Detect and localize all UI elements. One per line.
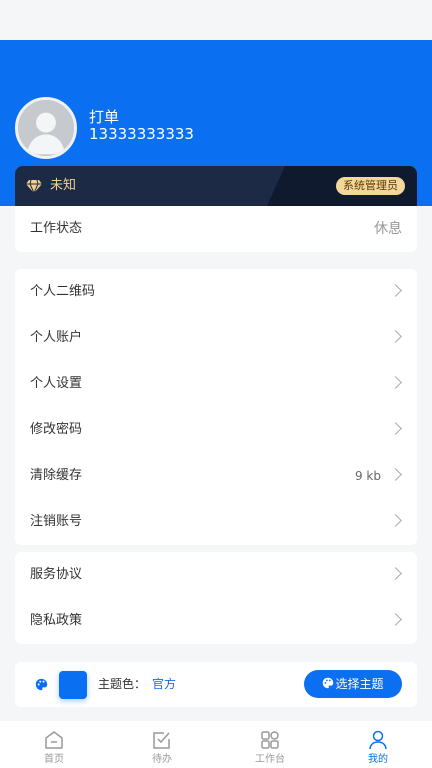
select-theme-button[interactable]: 选择主题 [304, 670, 402, 698]
vip-level: 未知 [50, 178, 77, 193]
palette-icon [35, 678, 48, 691]
chevron-right-icon [389, 422, 402, 435]
menu-item-privacy-policy[interactable]: 隐私政策 [15, 598, 417, 644]
bottom-tab-bar: 首页 待办 工作台 我的 [0, 721, 432, 768]
menu-item-account[interactable]: 个人账户 [15, 315, 417, 361]
menu-item-label: 清除缓存 [30, 468, 83, 483]
menu-item-label: 服务协议 [30, 567, 83, 582]
tab-label: 待办 [152, 754, 172, 765]
menu-item-change-password[interactable]: 修改密码 [15, 407, 417, 453]
avatar[interactable] [15, 97, 77, 159]
palette-icon [323, 677, 334, 689]
menu-item-qr-code[interactable]: 个人二维码 [15, 269, 417, 315]
theme-card: 主题色： 官方 选择主题 [15, 662, 417, 707]
chevron-right-icon [389, 613, 402, 626]
menu-item-label: 隐私政策 [30, 613, 83, 628]
role-badge: 系统管理员 [336, 177, 405, 195]
chevron-right-icon [389, 468, 402, 481]
cache-size: 9 kb [354, 469, 381, 483]
theme-label: 主题色： [98, 677, 147, 691]
chevron-right-icon [389, 514, 402, 527]
chevron-right-icon [389, 376, 402, 389]
work-status-card: 工作状态 休息 [15, 206, 417, 252]
theme-value: 官方 [152, 677, 177, 691]
menu-item-label: 个人账户 [30, 330, 83, 345]
chevron-right-icon [389, 567, 402, 580]
menu-item-settings[interactable]: 个人设置 [15, 361, 417, 407]
settings-menu-card: 个人二维码 个人账户 个人设置 修改密码 清除缓存 9 kb 注销账号 [15, 269, 417, 545]
tab-label: 我的 [368, 754, 388, 765]
work-status-row[interactable]: 工作状态 休息 [15, 206, 417, 252]
tab-todo[interactable]: 待办 [108, 721, 216, 768]
menu-item-label: 注销账号 [30, 514, 83, 529]
menu-item-label: 个人设置 [30, 376, 83, 391]
menu-item-label: 修改密码 [30, 422, 83, 437]
legal-card: 服务协议 隐私政策 [15, 552, 417, 644]
tab-mine[interactable]: 我的 [324, 721, 432, 768]
menu-item-label: 个人二维码 [30, 284, 96, 299]
todo-icon [153, 732, 170, 749]
tab-label: 首页 [44, 754, 64, 765]
work-status-value: 休息 [374, 221, 402, 237]
user-name: 打单 [89, 108, 120, 126]
user-icon [369, 730, 387, 750]
tab-home[interactable]: 首页 [0, 721, 108, 768]
chevron-right-icon [389, 284, 402, 297]
tab-label: 工作台 [255, 754, 285, 765]
diamond-icon [26, 179, 42, 194]
theme-color-swatch [59, 671, 87, 699]
menu-item-deactivate[interactable]: 注销账号 [15, 499, 417, 545]
select-theme-label: 选择主题 [335, 677, 384, 691]
user-phone: 13333333333 [89, 125, 194, 143]
default-avatar-icon [18, 100, 74, 156]
workbench-icon [261, 731, 279, 749]
chevron-right-icon [389, 330, 402, 343]
vip-card[interactable]: 未知 系统管理员 [15, 166, 417, 206]
menu-item-clear-cache[interactable]: 清除缓存 9 kb [15, 453, 417, 499]
tab-workbench[interactable]: 工作台 [216, 721, 324, 768]
status-bar [0, 0, 432, 40]
menu-item-service-agreement[interactable]: 服务协议 [15, 552, 417, 598]
work-status-label: 工作状态 [30, 221, 83, 236]
home-icon [45, 731, 63, 749]
